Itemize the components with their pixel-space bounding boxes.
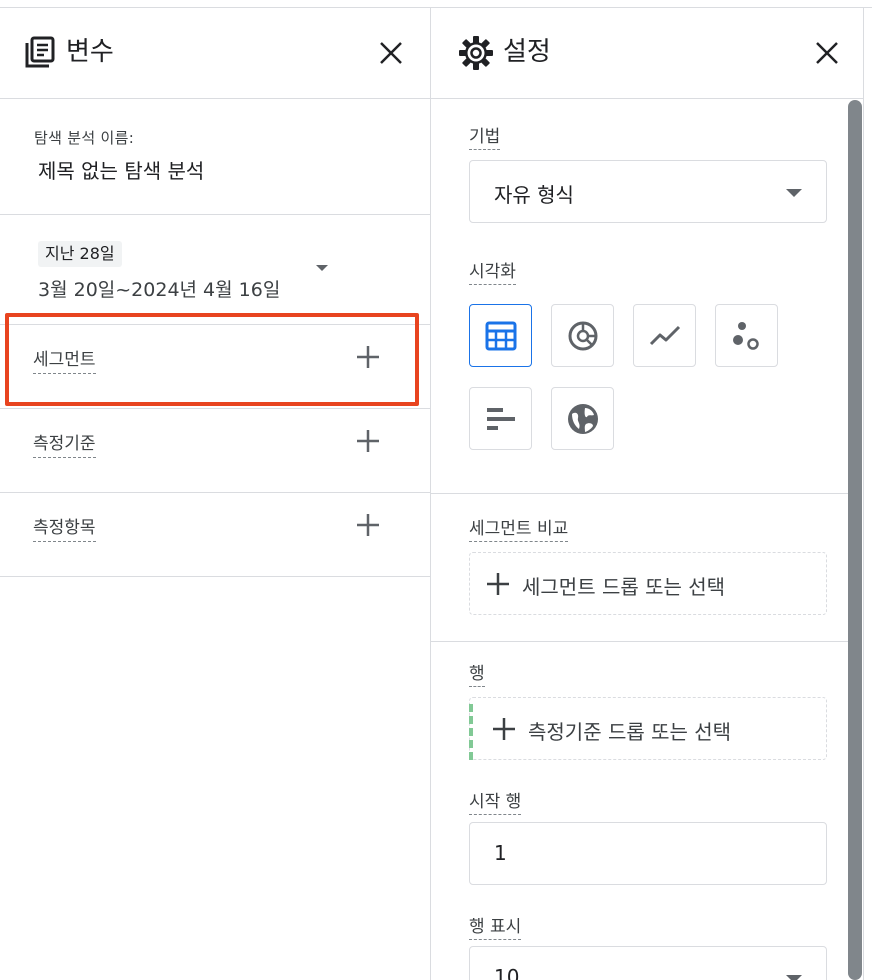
technique-select[interactable]: 자유 형식	[469, 160, 827, 223]
table-icon	[485, 321, 517, 351]
segment-drop-text: 세그먼트 드롭 또는 선택	[522, 575, 726, 599]
date-preset-chip: 지난 28일	[38, 241, 122, 267]
technique-value: 자유 형식	[494, 183, 574, 207]
donut-chart-icon	[568, 321, 598, 351]
dropdown-caret-icon	[786, 975, 802, 980]
settings-scrollbar[interactable]	[848, 100, 862, 980]
close-icon[interactable]	[813, 39, 841, 67]
top-border	[0, 0, 872, 8]
rows-label: 행	[469, 659, 485, 687]
add-dimension-plus-icon[interactable]	[355, 428, 381, 454]
exploration-name-value[interactable]: 제목 없는 탐색 분석	[38, 155, 204, 184]
dimensions-row: 측정기준	[0, 409, 430, 493]
technique-label: 기법	[469, 122, 501, 150]
close-icon[interactable]	[377, 39, 405, 67]
plus-icon	[487, 573, 509, 595]
show-rows-value: 10	[494, 965, 520, 980]
start-row-label: 시작 행	[469, 787, 522, 815]
exploration-name-section[interactable]: 탐색 분석 이름: 제목 없는 탐색 분석	[0, 99, 430, 215]
rows-drop-zone[interactable]: 측정기준 드롭 또는 선택	[469, 697, 827, 760]
settings-title: 설정	[503, 37, 551, 67]
date-range-selector[interactable]: 지난 28일 3월 20일~2024년 4월 16일	[0, 215, 430, 325]
viz-table-button[interactable]	[469, 304, 532, 367]
metrics-row: 측정항목	[0, 493, 430, 577]
settings-header: 설정	[431, 8, 863, 99]
gear-icon	[459, 36, 493, 70]
segment-drop-zone[interactable]: 세그먼트 드롭 또는 선택	[469, 552, 827, 615]
start-row-input[interactable]: 1	[469, 822, 827, 885]
bar-chart-icon	[487, 408, 515, 430]
viz-bar-button[interactable]	[469, 387, 532, 450]
line-chart-icon	[649, 325, 681, 346]
settings-panel: 설정 기법 자유 형식 시각화 세그먼트 비교 세그먼트 드롭 또는 선택 행 …	[431, 8, 864, 980]
dropdown-caret-icon	[786, 189, 802, 197]
dropdown-caret-icon[interactable]	[316, 265, 328, 271]
section-divider	[431, 493, 848, 494]
plus-icon	[493, 718, 515, 740]
segments-row: 세그먼트	[0, 325, 430, 409]
add-metric-plus-icon[interactable]	[355, 512, 381, 538]
visualization-label: 시각화	[469, 257, 516, 285]
geo-map-icon	[568, 404, 598, 434]
show-rows-select[interactable]: 10	[469, 946, 827, 980]
drop-indicator	[469, 704, 473, 760]
add-segment-plus-icon[interactable]	[355, 344, 381, 370]
rows-drop-text: 측정기준 드롭 또는 선택	[528, 720, 732, 744]
segment-compare-label: 세그먼트 비교	[469, 514, 569, 542]
viz-line-button[interactable]	[633, 304, 696, 367]
metrics-label: 측정항목	[33, 513, 96, 542]
variables-icon	[25, 36, 55, 68]
segments-label: 세그먼트	[33, 345, 96, 374]
scatter-plot-icon	[733, 322, 759, 350]
start-row-value: 1	[494, 841, 507, 865]
show-rows-label: 행 표시	[469, 912, 522, 940]
variables-panel: 변수 탐색 분석 이름: 제목 없는 탐색 분석 지난 28일 3월 20일~2…	[0, 8, 431, 980]
viz-donut-button[interactable]	[551, 304, 614, 367]
variables-title: 변수	[66, 37, 114, 67]
viz-scatter-button[interactable]	[715, 304, 778, 367]
date-range-text: 3월 20일~2024년 4월 16일	[38, 279, 281, 301]
dimensions-label: 측정기준	[33, 429, 96, 458]
viz-geo-button[interactable]	[551, 387, 614, 450]
section-divider	[431, 641, 848, 642]
exploration-name-label: 탐색 분석 이름:	[34, 129, 135, 147]
variables-header: 변수	[0, 8, 430, 99]
